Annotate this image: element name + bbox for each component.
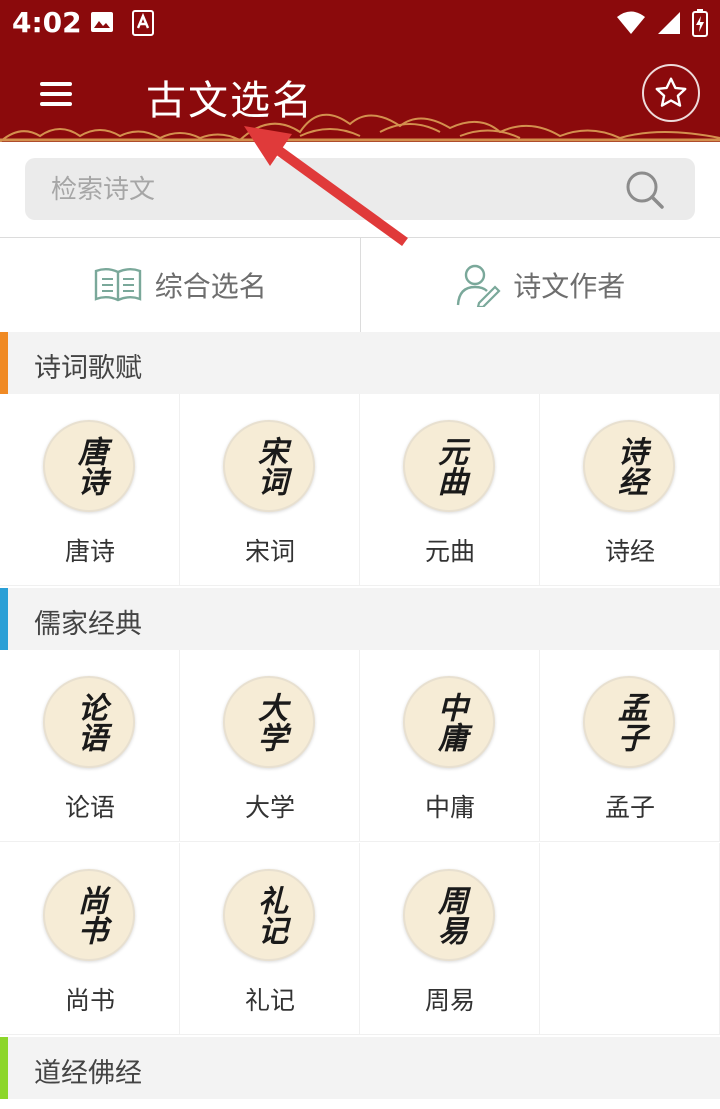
font-app-icon: [132, 10, 154, 36]
grid-item-label: 诗经: [604, 537, 655, 566]
category-tabs: 综合选名 诗文作者: [0, 237, 720, 333]
calligraphy-icon: 元曲: [403, 420, 495, 512]
grid-item-zhouyi[interactable]: 周易 周易: [360, 843, 540, 1035]
grid-item-lunyu[interactable]: 论语 论语: [0, 650, 180, 842]
calligraphy-icon: 诗经: [583, 420, 675, 512]
section-accent-bar: [0, 588, 8, 650]
section-title: 道经佛经: [34, 1058, 142, 1089]
section-header-poetry: 诗词歌赋: [0, 332, 720, 394]
tab-label: 综合选名: [154, 270, 267, 303]
author-icon: [457, 264, 501, 307]
cloud-pattern-decoration: [0, 113, 720, 142]
section-accent-bar: [0, 1037, 8, 1099]
grid-item-label: 宋词: [244, 537, 295, 566]
grid-item-label: 中庸: [424, 793, 475, 822]
grid-item-label: 孟子: [604, 793, 655, 822]
grid-item-label: 论语: [64, 793, 115, 822]
search-box[interactable]: [25, 158, 695, 220]
search-icon[interactable]: [623, 168, 667, 212]
grid-empty-cell: [540, 843, 720, 1035]
calligraphy-icon: 论语: [43, 676, 135, 768]
page-title: 古文选名: [146, 78, 314, 124]
status-bar: 4:02: [0, 0, 720, 46]
section-header-daoist-buddhist: 道经佛经: [0, 1037, 720, 1099]
grid-item-song-ci[interactable]: 宋词 宋词: [180, 394, 360, 586]
grid-item-label: 元曲: [424, 537, 475, 566]
section-title: 诗词歌赋: [34, 353, 142, 384]
section-header-confucian: 儒家经典: [0, 588, 720, 650]
grid-item-daxue[interactable]: 大学 大学: [180, 650, 360, 842]
calligraphy-icon: 周易: [403, 869, 495, 961]
section-title: 儒家经典: [34, 609, 142, 640]
calligraphy-icon: 宋词: [223, 420, 315, 512]
calligraphy-icon: 唐诗: [43, 420, 135, 512]
favorites-button[interactable]: [642, 64, 700, 122]
grid-item-shangshu[interactable]: 尚书 尚书: [0, 843, 180, 1035]
tab-comprehensive-naming[interactable]: 综合选名: [0, 238, 360, 332]
book-icon: [94, 268, 141, 302]
signal-icon: [658, 12, 680, 34]
gallery-icon: [91, 12, 113, 32]
tab-label: 诗文作者: [513, 270, 626, 303]
calligraphy-icon: 尚书: [43, 869, 135, 961]
app-bar: 古文选名: [0, 46, 720, 142]
calligraphy-icon: 中庸: [403, 676, 495, 768]
calligraphy-icon: 礼记: [223, 869, 315, 961]
grid-item-label: 唐诗: [64, 537, 115, 566]
calligraphy-icon: 大学: [223, 676, 315, 768]
grid-confucian: 论语 论语 大学 大学 中庸 中庸 孟子 孟子 尚书 尚书 礼记 礼记 周易 周…: [0, 650, 720, 1036]
search-area: [0, 142, 720, 238]
grid-item-liji[interactable]: 礼记 礼记: [180, 843, 360, 1035]
calligraphy-icon: 孟子: [583, 676, 675, 768]
tab-poetry-authors[interactable]: 诗文作者: [359, 238, 720, 332]
grid-item-label: 尚书: [64, 986, 115, 1015]
section-accent-bar: [0, 332, 8, 394]
status-time: 4:02: [12, 6, 82, 39]
menu-button[interactable]: [36, 74, 76, 114]
wifi-icon: [617, 11, 645, 34]
star-icon: [655, 77, 687, 107]
grid-item-label: 周易: [424, 986, 475, 1015]
grid-item-mengzi[interactable]: 孟子 孟子: [540, 650, 720, 842]
grid-item-tang-poetry[interactable]: 唐诗 唐诗: [0, 394, 180, 586]
grid-item-yuan-qu[interactable]: 元曲 元曲: [360, 394, 540, 586]
battery-icon: [692, 9, 708, 37]
grid-item-label: 大学: [244, 793, 295, 822]
grid-poetry: 唐诗 唐诗 宋词 宋词 元曲 元曲 诗经 诗经: [0, 394, 720, 586]
grid-item-shijing[interactable]: 诗经 诗经: [540, 394, 720, 586]
search-input[interactable]: [49, 170, 613, 210]
grid-item-zhongyong[interactable]: 中庸 中庸: [360, 650, 540, 842]
grid-item-label: 礼记: [244, 986, 295, 1015]
